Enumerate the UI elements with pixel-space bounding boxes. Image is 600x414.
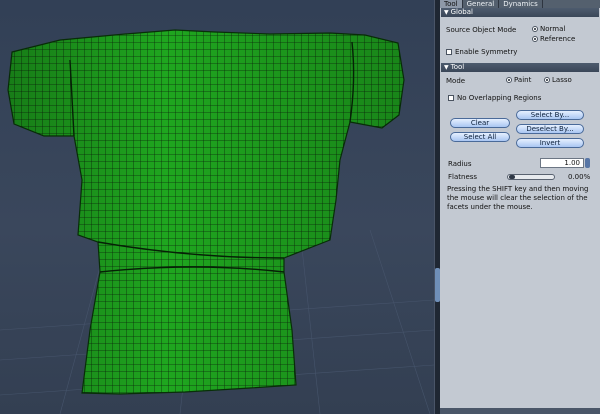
viewport-canvas: [0, 29, 434, 414]
radio-normal-label: Normal: [540, 25, 566, 33]
global-section-title: Global: [450, 8, 473, 16]
collapse-triangle-icon: ▼: [444, 64, 449, 71]
flatness-slider-knob[interactable]: [509, 175, 515, 179]
tab-general[interactable]: General: [463, 0, 500, 8]
radio-selected-icon: [506, 77, 512, 83]
radio-reference-label: Reference: [540, 35, 576, 43]
radius-spinner[interactable]: [585, 158, 590, 168]
radio-lasso-label: Lasso: [552, 76, 572, 84]
radio-paint[interactable]: Paint: [506, 76, 531, 84]
radius-label: Radius: [448, 160, 472, 168]
checkbox-icon: [446, 49, 452, 55]
deselect-by-button[interactable]: Deselect By...: [516, 124, 584, 134]
select-all-button[interactable]: Select All: [450, 132, 510, 142]
radio-selected-icon: [532, 26, 538, 32]
invert-button[interactable]: Invert: [516, 138, 584, 148]
flatness-label: Flatness: [448, 173, 478, 181]
collapse-triangle-icon: ▼: [444, 9, 449, 16]
flatness-value: 0.00%: [568, 173, 591, 181]
radio-lasso[interactable]: Lasso: [544, 76, 572, 84]
global-section-header[interactable]: ▼ Global: [441, 8, 599, 17]
checkbox-icon: [448, 95, 454, 101]
enable-symmetry-label: Enable Symmetry: [455, 48, 518, 56]
panel-bottom-bar: [440, 408, 600, 414]
clear-button[interactable]: Clear: [450, 118, 510, 128]
radius-input[interactable]: 1.00: [540, 158, 584, 168]
flatness-slider[interactable]: [507, 174, 555, 180]
tool-section-title: Tool: [450, 63, 465, 71]
enable-symmetry-checkbox[interactable]: Enable Symmetry: [446, 48, 517, 56]
select-by-button[interactable]: Select By...: [516, 110, 584, 120]
radio-normal[interactable]: Normal: [532, 25, 565, 33]
radio-reference[interactable]: Reference: [532, 35, 575, 43]
source-mode-label: Source Object Mode: [446, 26, 517, 34]
panel-tabs: Tool General Dynamics: [440, 0, 600, 8]
mode-label: Mode: [446, 77, 466, 85]
no-overlap-checkbox[interactable]: No Overlapping Regions: [448, 94, 541, 102]
tab-tool[interactable]: Tool: [440, 0, 463, 8]
help-text: Pressing the SHIFT key and then moving t…: [447, 185, 589, 211]
3d-viewport[interactable]: [0, 0, 434, 414]
radio-selected-icon: [544, 77, 550, 83]
tool-section-header[interactable]: ▼ Tool: [441, 63, 599, 72]
tool-panel: Tool General Dynamics ▼ Global Source Obj…: [440, 0, 600, 414]
tab-dynamics[interactable]: Dynamics: [499, 0, 543, 8]
no-overlap-label: No Overlapping Regions: [457, 94, 542, 102]
radio-selected-icon: [532, 36, 538, 42]
radio-paint-label: Paint: [514, 76, 532, 84]
